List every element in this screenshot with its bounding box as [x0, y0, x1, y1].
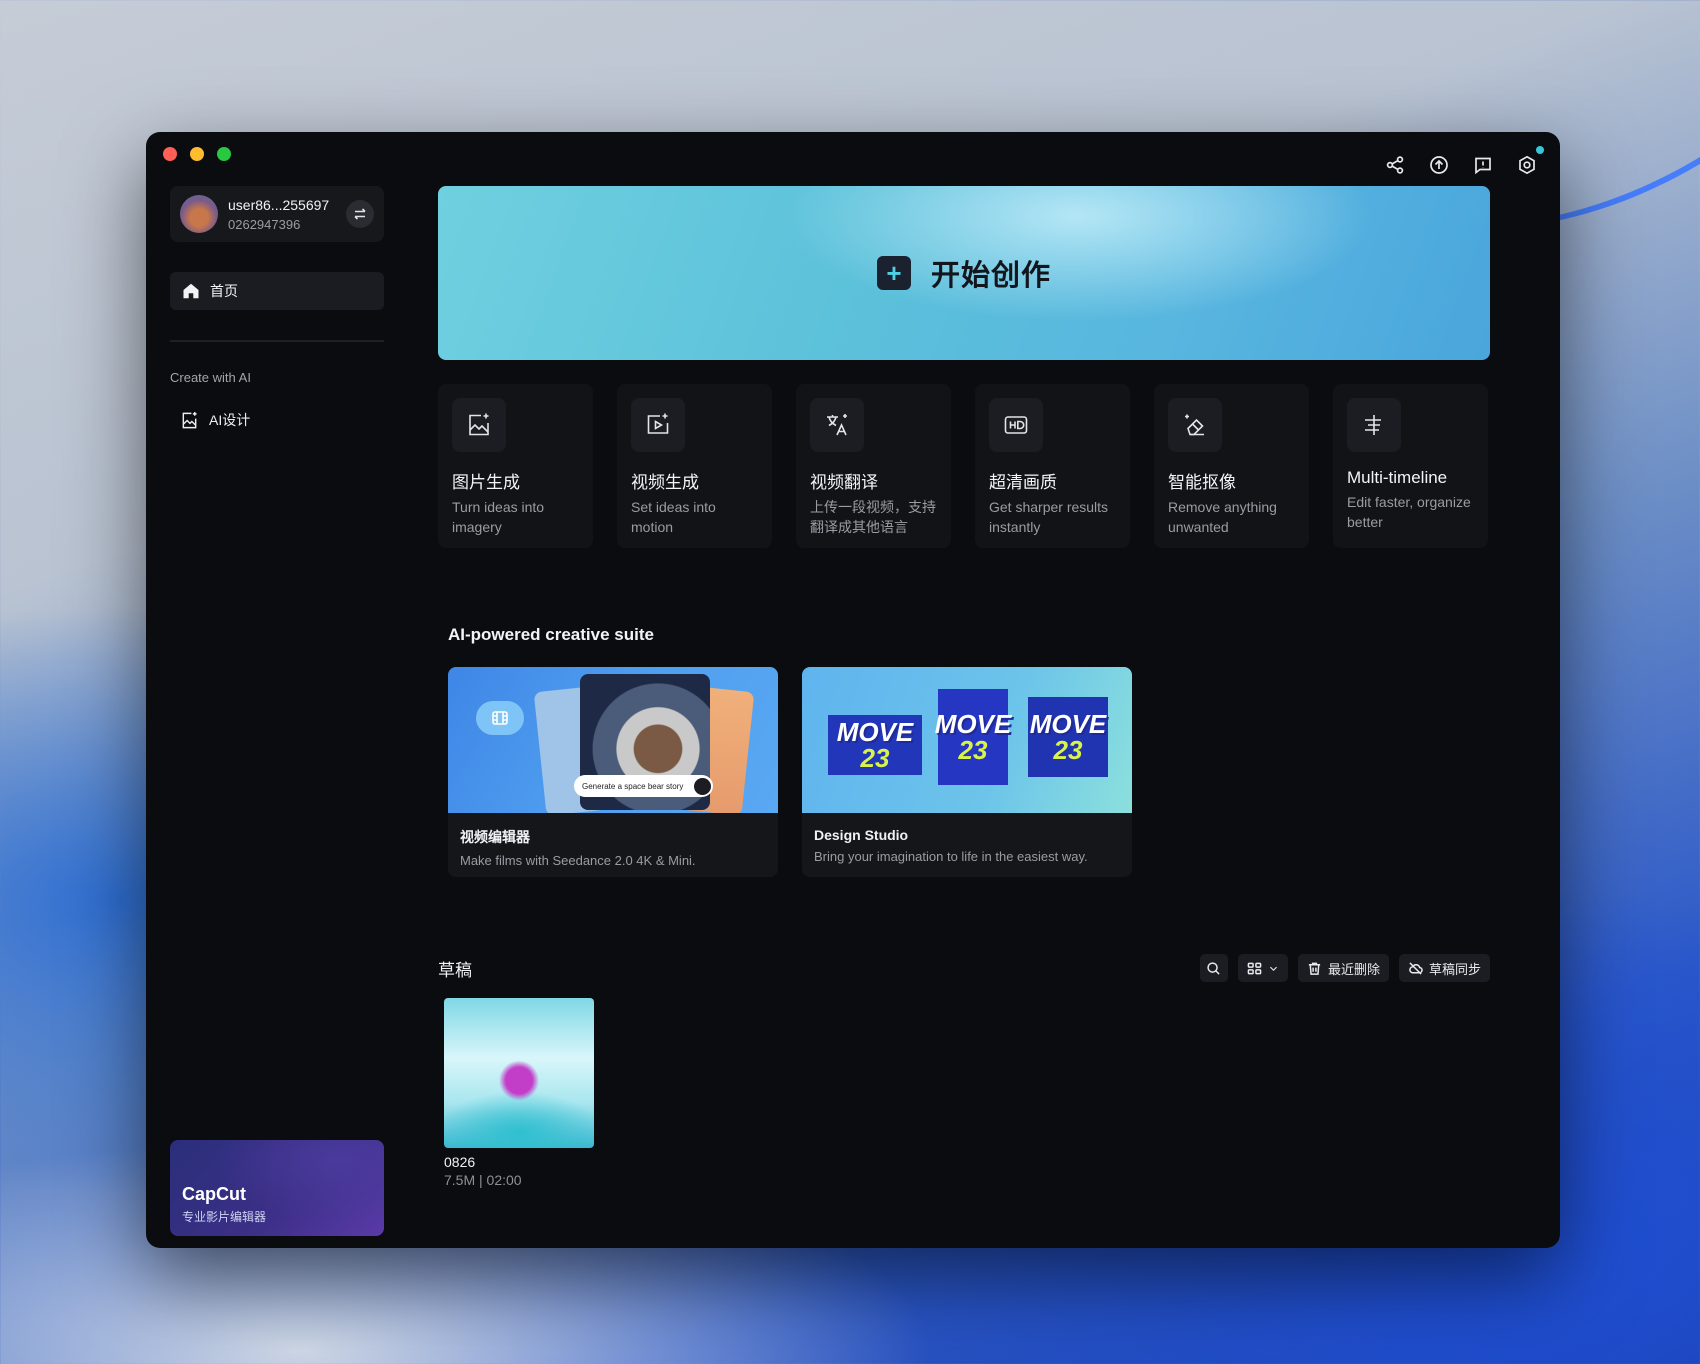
- app-window: user86...255697 0262947396 首页 Create wit…: [146, 132, 1560, 1248]
- suite-title: AI-powered creative suite: [448, 625, 654, 644]
- draft-thumbnail: [444, 998, 594, 1148]
- section-label: Create with AI: [170, 370, 251, 385]
- tool-desc: Remove anything unwanted: [1168, 499, 1277, 535]
- switch-account-button[interactable]: [346, 200, 374, 228]
- cloud-off-icon: [1409, 961, 1423, 975]
- tool-desc: 上传一段视频，支持翻译成其他语言: [810, 499, 936, 535]
- account-id: 0262947396: [228, 216, 301, 232]
- tool-smart-cutout[interactable]: 智能抠像 Remove anything unwanted: [1154, 384, 1309, 548]
- tool-title: Multi-timeline: [1347, 468, 1448, 487]
- card-title: Design Studio: [814, 827, 909, 843]
- search-button[interactable]: [1199, 954, 1228, 982]
- plus-icon: +: [876, 256, 911, 290]
- eraser-icon: [1168, 398, 1222, 452]
- tool-desc: Get sharper results instantly: [989, 499, 1109, 535]
- maximize-window-button[interactable]: [217, 147, 231, 161]
- search-icon: [1207, 961, 1221, 975]
- hd-icon: [989, 398, 1043, 452]
- tool-desc: Edit faster, organize better: [1347, 494, 1471, 530]
- promo-subtitle: 专业影片编辑器: [182, 1210, 267, 1224]
- draft-meta: 7.5M | 02:00: [444, 1172, 522, 1188]
- image-sparkle-icon: [182, 411, 197, 428]
- close-window-button[interactable]: [163, 147, 177, 161]
- trash-icon: [1308, 962, 1321, 975]
- upload-icon[interactable]: [1428, 154, 1450, 176]
- capcut-promo-card[interactable]: CapCut 专业影片编辑器: [170, 1140, 384, 1236]
- sidebar: user86...255697 0262947396 首页 Create wit…: [170, 186, 384, 1236]
- poster-tile: MOVE 23: [1028, 697, 1108, 777]
- tool-title: 智能抠像: [1168, 473, 1236, 492]
- minimize-window-button[interactable]: [190, 147, 204, 161]
- swap-icon: [354, 208, 366, 220]
- recently-deleted-button[interactable]: 最近删除: [1297, 954, 1389, 982]
- suite-cards: Generate a space bear story 视频编辑器 Make f…: [448, 667, 1490, 877]
- film-icon: [476, 701, 524, 735]
- video-editor-preview: Generate a space bear story: [448, 667, 778, 813]
- sidebar-divider: [170, 340, 384, 342]
- settings-icon[interactable]: [1516, 146, 1544, 176]
- window-controls: [163, 147, 231, 161]
- timeline-icon: [1347, 398, 1401, 452]
- tools-row: 图片生成 Turn ideas into imagery 视频生成 Set id…: [438, 384, 1490, 548]
- tool-video-translation[interactable]: 视频翻译 上传一段视频，支持翻译成其他语言: [796, 384, 951, 548]
- poster-tile: MOVE 23: [935, 689, 1011, 785]
- draft-name: 0826: [444, 1154, 476, 1170]
- drafts-toolbar: 最近删除 草稿同步: [1199, 954, 1490, 982]
- avatar: [180, 195, 218, 233]
- top-toolbar: [1384, 146, 1544, 176]
- tool-video-generation[interactable]: 视频生成 Set ideas into motion: [617, 384, 772, 548]
- card-title: 视频编辑器: [460, 829, 530, 845]
- image-generate-icon: [452, 398, 506, 452]
- card-desc: Bring your imagination to life in the ea…: [814, 849, 1088, 864]
- send-icon: [694, 778, 711, 795]
- hero-label: 开始创作: [930, 260, 1051, 292]
- feedback-icon[interactable]: [1472, 154, 1494, 176]
- video-generate-icon: [631, 398, 685, 452]
- video-editor-card[interactable]: Generate a space bear story 视频编辑器 Make f…: [448, 667, 778, 877]
- tool-title: 超清画质: [989, 473, 1057, 492]
- chevron-down-icon: [1269, 966, 1277, 971]
- account-card[interactable]: user86...255697 0262947396: [170, 186, 384, 242]
- grid-icon: [1247, 962, 1262, 974]
- tool-title: 视频生成: [631, 473, 699, 492]
- sidebar-item-label: 首页: [210, 283, 238, 299]
- prompt-pill: Generate a space bear story: [574, 775, 714, 797]
- poster-tile: MOVE 23: [828, 715, 922, 775]
- sidebar-item-home[interactable]: 首页: [170, 272, 384, 310]
- draft-item[interactable]: 0826 7.5M | 02:00: [444, 998, 594, 1188]
- tool-multi-timeline[interactable]: Multi-timeline Edit faster, organize bet…: [1333, 384, 1488, 548]
- tool-title: 视频翻译: [810, 473, 878, 492]
- share-icon[interactable]: [1384, 154, 1406, 176]
- tool-image-generation[interactable]: 图片生成 Turn ideas into imagery: [438, 384, 593, 548]
- account-name: user86...255697: [228, 196, 330, 213]
- design-studio-preview: MOVE 23 MOVE 23 MOVE 23: [802, 667, 1132, 813]
- design-studio-card[interactable]: MOVE 23 MOVE 23 MOVE 23 Design Studio Bring…: [802, 667, 1132, 877]
- tool-hd-quality[interactable]: 超清画质 Get sharper results instantly: [975, 384, 1130, 548]
- view-mode-dropdown[interactable]: [1237, 954, 1288, 982]
- drafts-header: 草稿 最近删除 草稿同步: [438, 954, 1490, 982]
- recently-deleted-label: 最近删除: [1327, 961, 1380, 977]
- start-creating-button[interactable]: + 开始创作: [438, 186, 1490, 360]
- draft-sync-label: 草稿同步: [1428, 961, 1481, 977]
- tool-desc: Set ideas into motion: [631, 499, 716, 535]
- sidebar-item-ai-design[interactable]: AI设计: [170, 405, 384, 435]
- tool-title: 图片生成: [452, 473, 520, 492]
- translate-icon: [810, 398, 864, 452]
- drafts-title: 草稿: [438, 960, 472, 980]
- home-icon: [183, 283, 199, 299]
- main-content: + 开始创作 图片生成 Turn ideas into imagery 视频生成…: [438, 186, 1490, 1236]
- promo-title: CapCut: [182, 1184, 246, 1204]
- tool-desc: Turn ideas into imagery: [452, 499, 545, 535]
- card-desc: Make films with Seedance 2.0 4K & Mini.: [460, 853, 696, 868]
- sidebar-item-label: AI设计: [209, 412, 251, 428]
- draft-sync-button[interactable]: 草稿同步: [1398, 954, 1490, 982]
- notification-dot: [1536, 146, 1544, 154]
